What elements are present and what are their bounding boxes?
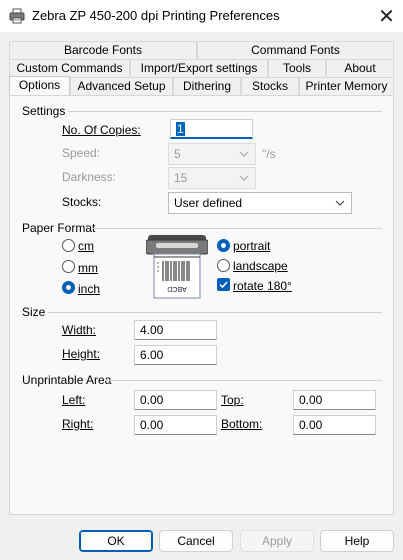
tab-dithering[interactable]: Dithering (173, 77, 241, 95)
apply-button[interactable]: Apply (240, 530, 314, 552)
speed-label: Speed: (62, 146, 101, 160)
unit-inch-radio[interactable] (62, 281, 75, 294)
width-input[interactable]: 4.00 (134, 320, 217, 340)
speed-select[interactable]: 5 (168, 143, 256, 165)
tab-options[interactable]: Options (9, 76, 70, 96)
right-margin-label: Right: (62, 417, 94, 431)
height-label: Height: (62, 347, 101, 361)
unit-mm-radio[interactable] (62, 260, 75, 273)
stocks-label: Stocks: (62, 195, 102, 209)
left-margin-input[interactable]: 0.00 (134, 390, 217, 410)
printer-icon (9, 8, 25, 24)
chevron-down-icon (239, 175, 249, 181)
paper-format-heading: Paper Format (22, 221, 96, 235)
settings-divider (68, 111, 382, 112)
help-button[interactable]: Help (320, 530, 394, 552)
top-margin-value: 0.00 (299, 393, 323, 407)
stocks-select[interactable]: User defined (168, 192, 352, 214)
unit-cm-radio[interactable] (62, 239, 75, 252)
tab-import-export-settings[interactable]: Import/Export settings (130, 59, 268, 77)
orientation-portrait-radio[interactable] (217, 239, 230, 252)
width-label: Width: (62, 323, 97, 337)
ok-button[interactable]: OK (79, 530, 153, 552)
title-bar: Zebra ZP 450-200 dpi Printing Preference… (0, 0, 403, 32)
paper-format-divider (92, 228, 382, 229)
unprintable-divider (106, 380, 382, 381)
left-margin-value: 0.00 (140, 393, 164, 407)
window-title: Zebra ZP 450-200 dpi Printing Preference… (32, 8, 280, 23)
right-margin-value: 0.00 (140, 418, 164, 432)
size-heading: Size (22, 305, 46, 319)
height-value: 6.00 (140, 348, 164, 362)
copies-input[interactable]: 1 (170, 119, 253, 139)
height-input[interactable]: 6.00 (134, 345, 217, 365)
copies-label: No. Of Copies: (62, 123, 141, 137)
left-margin-label: Left: (62, 393, 86, 407)
tab-command-fonts[interactable]: Command Fonts (197, 41, 394, 59)
darkness-select[interactable]: 15 (168, 167, 256, 189)
orientation-portrait-label[interactable]: portrait (233, 239, 270, 253)
speed-value: 5 (174, 147, 181, 161)
stocks-value: User defined (174, 196, 243, 210)
tab-barcode-fonts[interactable]: Barcode Fonts (9, 41, 197, 59)
speed-unit: "/s (262, 147, 276, 161)
close-button[interactable]: ✕ (370, 0, 403, 32)
tab-about[interactable]: About (326, 59, 394, 77)
tab-advanced-setup[interactable]: Advanced Setup (70, 77, 173, 95)
top-margin-input[interactable]: 0.00 (293, 390, 376, 410)
unit-mm-label[interactable]: mm (78, 261, 98, 275)
orientation-landscape-radio[interactable] (217, 259, 230, 272)
tab-printer-memory[interactable]: Printer Memory (299, 77, 394, 95)
right-margin-input[interactable]: 0.00 (134, 415, 217, 435)
settings-heading: Settings (22, 104, 66, 118)
darkness-label: Darkness: (62, 170, 117, 184)
bottom-margin-input[interactable]: 0.00 (293, 415, 376, 435)
checkmark-icon (219, 281, 228, 289)
label-preview-text: ABCD (167, 285, 186, 292)
bottom-margin-label: Bottom: (221, 417, 263, 431)
unit-inch-label[interactable]: inch (78, 282, 100, 296)
tab-tools[interactable]: Tools (268, 59, 326, 77)
unprintable-heading: Unprintable Area (22, 373, 112, 387)
top-margin-label: Top: (221, 393, 244, 407)
tab-custom-commands[interactable]: Custom Commands (9, 59, 130, 77)
copies-value: 1 (176, 122, 185, 136)
close-icon: ✕ (378, 5, 395, 28)
label-printer-illustration: ABCD (146, 235, 208, 299)
tab-stocks[interactable]: Stocks (241, 77, 299, 95)
width-value: 4.00 (140, 323, 164, 337)
bottom-margin-value: 0.00 (299, 418, 323, 432)
orientation-landscape-label[interactable]: landscape (233, 259, 288, 273)
rotate-180-checkbox[interactable] (217, 278, 230, 291)
size-divider (48, 312, 382, 313)
chevron-down-icon (239, 151, 249, 157)
darkness-value: 15 (174, 171, 188, 185)
chevron-down-icon (335, 200, 345, 206)
unit-cm-label[interactable]: cm (78, 239, 94, 253)
cancel-button[interactable]: Cancel (159, 530, 233, 552)
rotate-180-label[interactable]: rotate 180° (233, 279, 292, 293)
